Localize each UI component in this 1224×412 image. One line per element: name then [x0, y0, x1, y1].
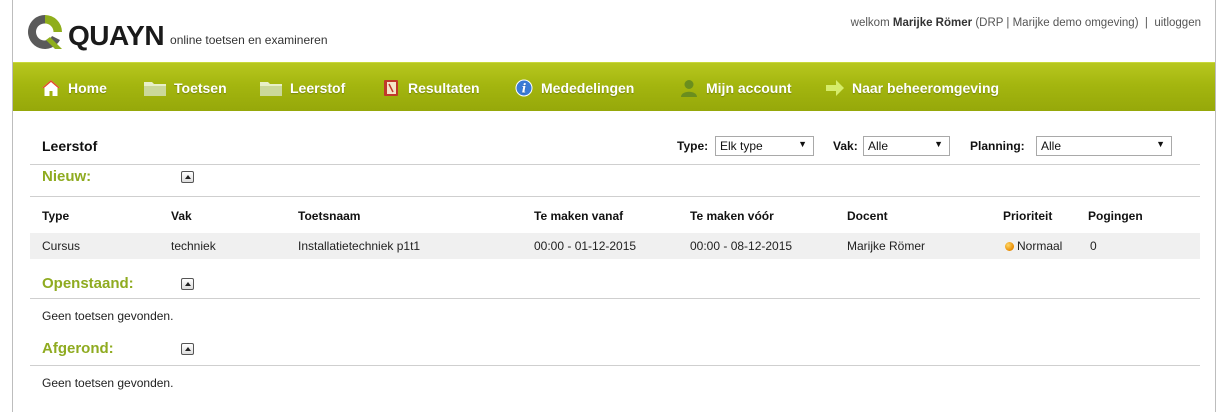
folder-icon: [143, 79, 167, 97]
type-select[interactable]: Elk type ▼: [715, 136, 814, 156]
nav-beheer[interactable]: Naar beheeromgeving: [825, 63, 999, 112]
collapse-icon[interactable]: [181, 343, 194, 355]
nav-home[interactable]: Home: [41, 63, 107, 112]
nav-toetsen[interactable]: Toetsen: [143, 63, 227, 112]
cell-vanaf: 00:00 - 01-12-2015: [534, 239, 637, 253]
planning-select-value: Alle: [1041, 139, 1062, 153]
app-frame: QUAYN online toetsen en examineren welko…: [12, 0, 1216, 412]
collapse-icon[interactable]: [181, 278, 194, 290]
dropdown-arrow-icon: ▼: [798, 139, 807, 149]
divider: [30, 365, 1200, 366]
dropdown-arrow-icon: ▼: [1156, 139, 1165, 149]
user-name: Marijke Römer: [892, 17, 973, 29]
priority-label: Normaal: [1017, 239, 1063, 253]
nav-account[interactable]: Mijn account: [679, 63, 792, 112]
priority-dot-icon: [1005, 242, 1014, 251]
type-filter-label: Type:: [677, 139, 709, 153]
nav-resultaten[interactable]: Resultaten: [381, 63, 480, 112]
logo[interactable]: QUAYN online toetsen en examineren: [26, 13, 328, 51]
column-header: Type: [42, 209, 70, 223]
vak-select[interactable]: Alle ▼: [863, 136, 950, 156]
section-afgerond-header: Afgerond:: [30, 337, 1200, 361]
cell-pogingen: 0: [1090, 239, 1097, 253]
brand-name: QUAYN: [68, 20, 165, 51]
type-select-value: Elk type: [720, 139, 763, 153]
section-openstaand-title: Openstaand:: [42, 275, 134, 292]
nav-home-label: Home: [68, 79, 107, 96]
section-afgerond-title: Afgerond:: [42, 340, 114, 357]
cell-docent: Marijke Römer: [847, 239, 926, 253]
nav-account-label: Mijn account: [706, 79, 792, 96]
header: QUAYN online toetsen en examineren welko…: [13, 0, 1215, 62]
divider: [30, 196, 1200, 197]
nav-resultaten-label: Resultaten: [408, 79, 480, 96]
column-header: Docent: [847, 209, 888, 223]
cell-voor: 00:00 - 08-12-2015: [690, 239, 793, 253]
welcome-prefix: welkom: [850, 17, 890, 29]
cell-prioriteit: Normaal: [1005, 239, 1062, 253]
section-nieuw-header: Nieuw:: [30, 164, 1200, 188]
arrow-right-icon: [825, 79, 845, 97]
main-nav: Home Toetsen Leerstof Resultaten i Meded…: [13, 62, 1215, 111]
column-header: Pogingen: [1088, 209, 1143, 223]
divider: [30, 298, 1200, 299]
user-context: (DRP | Marijke demo omgeving): [975, 17, 1139, 29]
cell-vak: techniek: [171, 239, 216, 253]
info-icon: i: [514, 79, 534, 97]
home-icon: [41, 79, 61, 97]
title-row: Leerstof Type: Elk type ▼ Vak: Alle ▼ Pl…: [30, 133, 1200, 161]
table-row[interactable]: Cursus techniek Installatietechniek p1t1…: [30, 233, 1200, 259]
nav-mededelingen[interactable]: i Mededelingen: [514, 63, 634, 112]
nav-leerstof[interactable]: Leerstof: [259, 63, 345, 112]
folder-icon: [259, 79, 283, 97]
nav-leerstof-label: Leerstof: [290, 79, 346, 96]
vak-select-value: Alle: [868, 139, 889, 153]
dropdown-arrow-icon: ▼: [934, 139, 943, 149]
cell-toetsnaam[interactable]: Installatietechniek p1t1: [298, 239, 420, 253]
section-openstaand-header: Openstaand:: [30, 272, 1200, 296]
empty-message: Geen toetsen gevonden.: [42, 309, 174, 323]
column-header: Toetsnaam: [298, 209, 361, 223]
quayn-logo-icon: [26, 13, 64, 51]
column-header: Vak: [171, 209, 192, 223]
separator: |: [1144, 17, 1148, 29]
notebook-icon: [381, 79, 401, 97]
collapse-icon[interactable]: [181, 171, 194, 183]
empty-message: Geen toetsen gevonden.: [42, 376, 174, 390]
nav-mededelingen-label: Mededelingen: [541, 79, 635, 96]
logout-link[interactable]: uitloggen: [1154, 17, 1201, 29]
brand-tagline: online toetsen en examineren: [170, 33, 328, 47]
cell-type: Cursus: [42, 239, 81, 253]
planning-select[interactable]: Alle ▼: [1036, 136, 1172, 156]
svg-text:i: i: [522, 81, 527, 95]
vak-filter-label: Vak:: [833, 139, 858, 153]
page-title: Leerstof: [42, 138, 98, 154]
column-header: Prioriteit: [1003, 209, 1053, 223]
column-header: Te maken vanaf: [534, 209, 624, 223]
nav-beheer-label: Naar beheeromgeving: [852, 79, 1000, 96]
planning-filter-label: Planning:: [970, 139, 1025, 153]
nav-toetsen-label: Toetsen: [174, 79, 227, 96]
section-nieuw-title: Nieuw:: [42, 168, 92, 185]
column-header: Te maken vóór: [690, 209, 774, 223]
welcome-bar: welkom Marijke Römer (DRP | Marijke demo…: [851, 17, 1201, 29]
user-icon: [679, 79, 699, 97]
